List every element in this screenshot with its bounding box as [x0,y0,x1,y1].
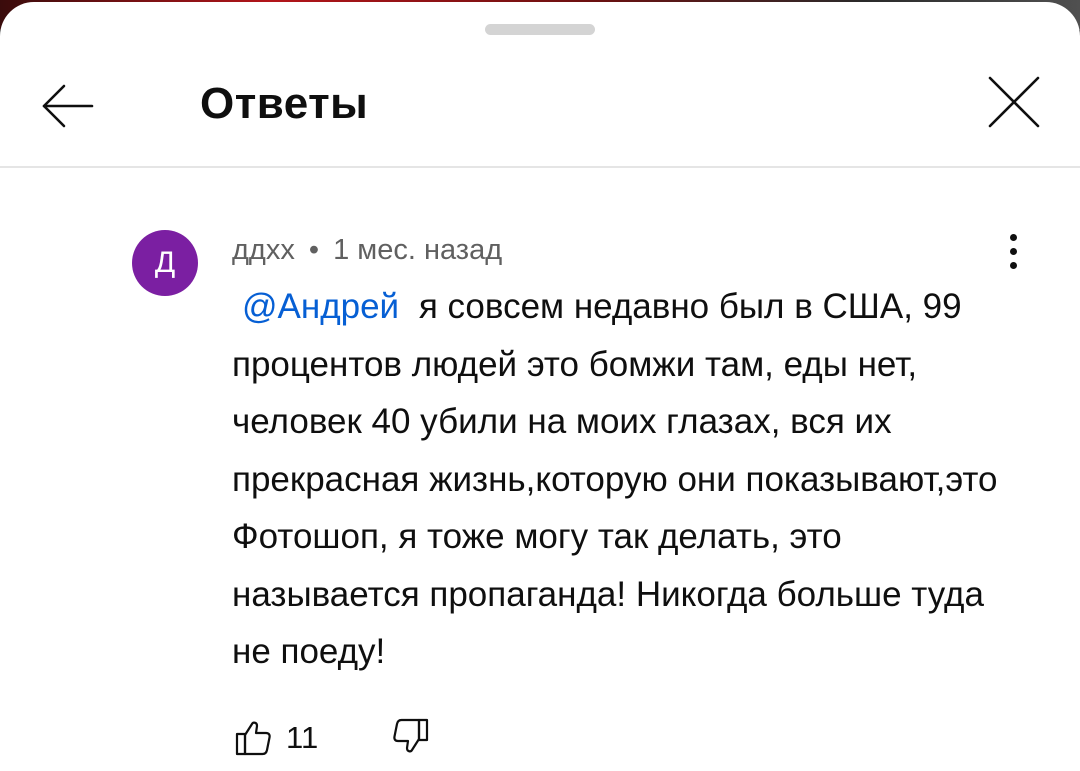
comment-body-text: я совсем недавно был в США, 99 процентов… [232,287,998,671]
meta-separator: • [308,234,320,266]
like-button[interactable] [232,716,276,760]
page-title: Ответы [200,79,369,128]
thumb-down-icon [393,718,429,753]
drag-handle[interactable] [485,24,595,35]
thumb-up-icon [235,721,271,756]
comment-text: @Андрей я совсем недавно был в США, 99 п… [232,278,1022,681]
close-button[interactable] [978,66,1050,138]
sheet-header: Ответы [0,42,1080,168]
mention-link[interactable]: @Андрей [232,287,409,326]
back-button[interactable] [30,70,102,142]
close-icon [988,76,1040,128]
like-count: 11 [286,720,319,755]
comment-meta: ддхх • 1 мес. назад [232,232,502,268]
dislike-button[interactable] [388,714,432,758]
avatar[interactable]: Д [132,230,198,296]
comment-time: 1 мес. назад [333,234,503,266]
arrow-back-icon [42,84,94,128]
more-options-button[interactable] [994,230,1034,274]
comment-author[interactable]: ддхх [232,234,295,266]
replies-sheet: Ответы Д ддхх • 1 мес. назад @Андрей я с… [0,2,1080,771]
